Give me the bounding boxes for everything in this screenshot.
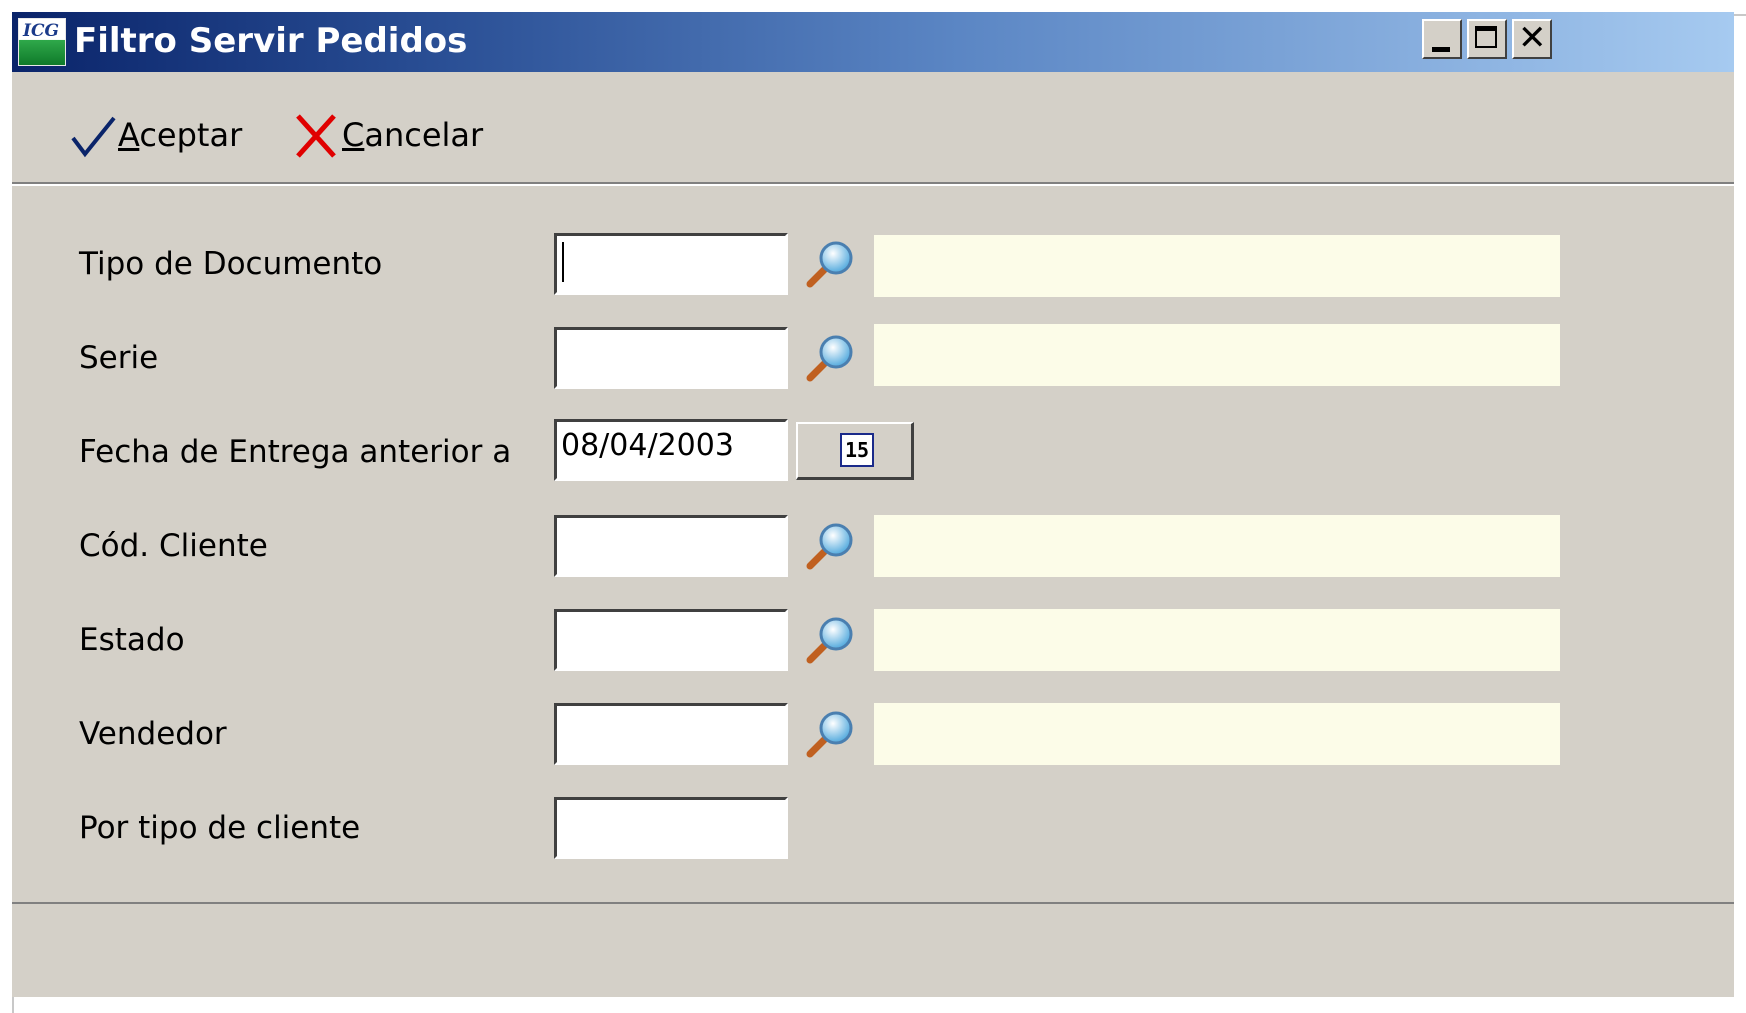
minimize-icon [1432, 47, 1450, 52]
estado-description [874, 609, 1560, 671]
window-title: Filtro Servir Pedidos [74, 21, 468, 61]
vendedor-input[interactable] [554, 703, 788, 765]
label-serie: Serie [79, 340, 159, 376]
cancel-label: Cancelar [342, 116, 484, 154]
maximize-icon [1475, 26, 1497, 48]
close-icon: ✕ [1518, 18, 1547, 58]
tipo-documento-description [874, 235, 1560, 297]
label-estado: Estado [79, 622, 185, 658]
cod-cliente-description [874, 515, 1560, 577]
search-lookup-icon[interactable] [804, 706, 858, 760]
cod-cliente-input[interactable] [554, 515, 788, 577]
minimize-button[interactable] [1422, 19, 1462, 59]
cancel-button[interactable]: Cancelar [294, 108, 483, 162]
checkmark-icon [70, 112, 116, 158]
serie-input[interactable] [554, 327, 788, 389]
fecha-entrega-input[interactable]: 08/04/2003 [554, 419, 788, 481]
search-lookup-icon[interactable] [804, 330, 858, 384]
dialog-bottom-edge [12, 902, 1734, 904]
search-lookup-icon[interactable] [804, 236, 858, 290]
close-button[interactable]: ✕ [1512, 18, 1552, 59]
label-fecha-entrega: Fecha de Entrega anterior a [79, 434, 512, 470]
tipo-cliente-input[interactable] [554, 797, 788, 859]
label-cod-cliente: Cód. Cliente [79, 528, 268, 564]
search-lookup-icon[interactable] [804, 518, 858, 572]
estado-input[interactable] [554, 609, 788, 671]
label-vendedor: Vendedor [79, 716, 227, 752]
text-caret [562, 242, 564, 282]
label-tipo-cliente: Por tipo de cliente [79, 810, 361, 846]
vendedor-description [874, 703, 1560, 765]
accept-button[interactable]: Aceptar [70, 108, 242, 162]
title-bar[interactable]: ICG Filtro Servir Pedidos ✕ [12, 12, 1734, 72]
calendar-icon: 15 [840, 433, 874, 467]
serie-description [874, 324, 1560, 386]
search-lookup-icon[interactable] [804, 612, 858, 666]
label-tipo-documento: Tipo de Documento [79, 246, 383, 282]
red-x-icon [294, 112, 340, 158]
app-logo-icon: ICG [18, 18, 66, 66]
maximize-button[interactable] [1467, 19, 1507, 59]
toolbar-separator [12, 182, 1734, 186]
tipo-documento-input[interactable] [554, 233, 788, 295]
accept-label: Aceptar [118, 116, 243, 154]
calendar-button[interactable]: 15 [796, 422, 914, 480]
